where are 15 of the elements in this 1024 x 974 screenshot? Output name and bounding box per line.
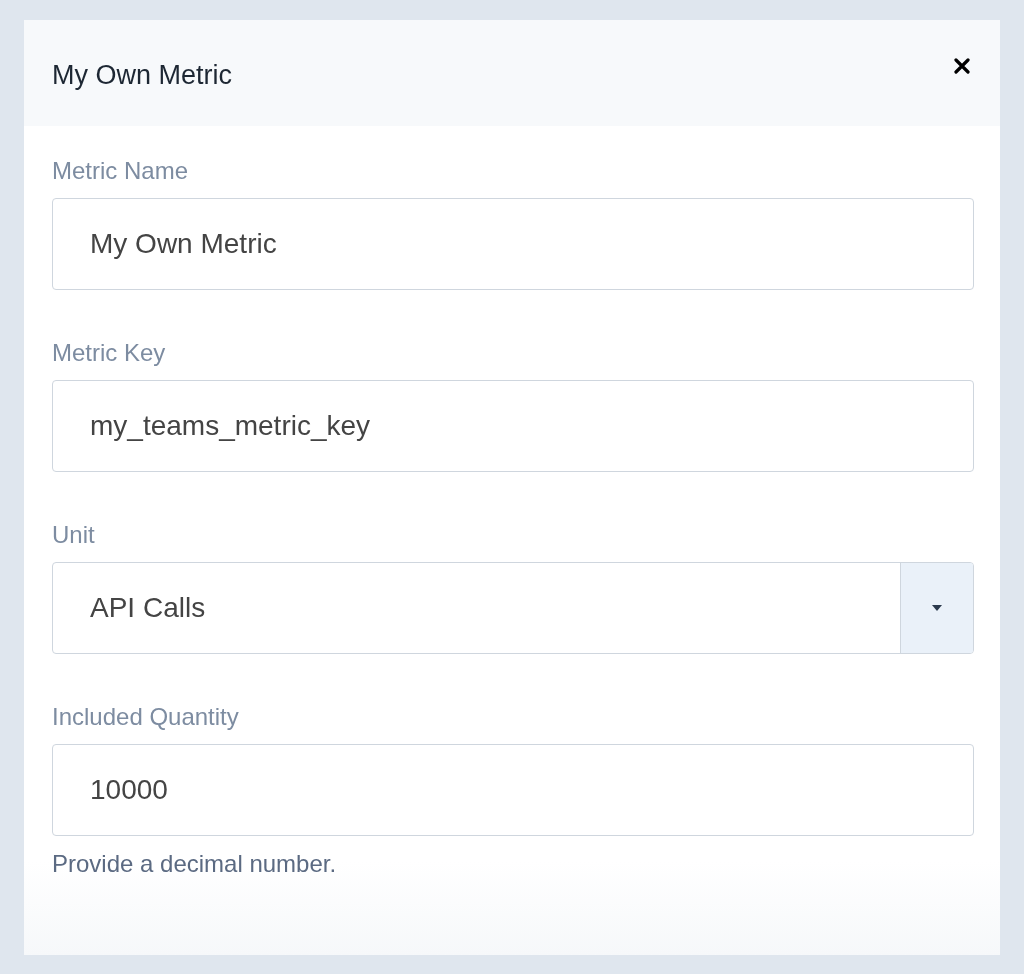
text-input[interactable]: 10000 — [52, 744, 974, 836]
field-label: Included Quantity — [52, 702, 239, 732]
unit-select[interactable]: API Calls — [52, 562, 974, 654]
help-text: Provide a decimal number. — [52, 849, 337, 879]
close-button[interactable] — [952, 56, 972, 76]
caret-down-icon — [932, 605, 942, 611]
dialog-title: My Own Metric — [52, 59, 232, 92]
close-icon — [954, 58, 970, 74]
select-value: API Calls — [89, 591, 207, 625]
field-label: Metric Name — [52, 156, 189, 186]
field-label: Metric Key — [52, 338, 166, 368]
text-input[interactable]: my_teams_metric_key — [52, 380, 974, 472]
field-label: Unit — [52, 520, 95, 550]
text-input[interactable]: My Own Metric — [52, 198, 974, 290]
dropdown-toggle[interactable] — [900, 563, 973, 653]
